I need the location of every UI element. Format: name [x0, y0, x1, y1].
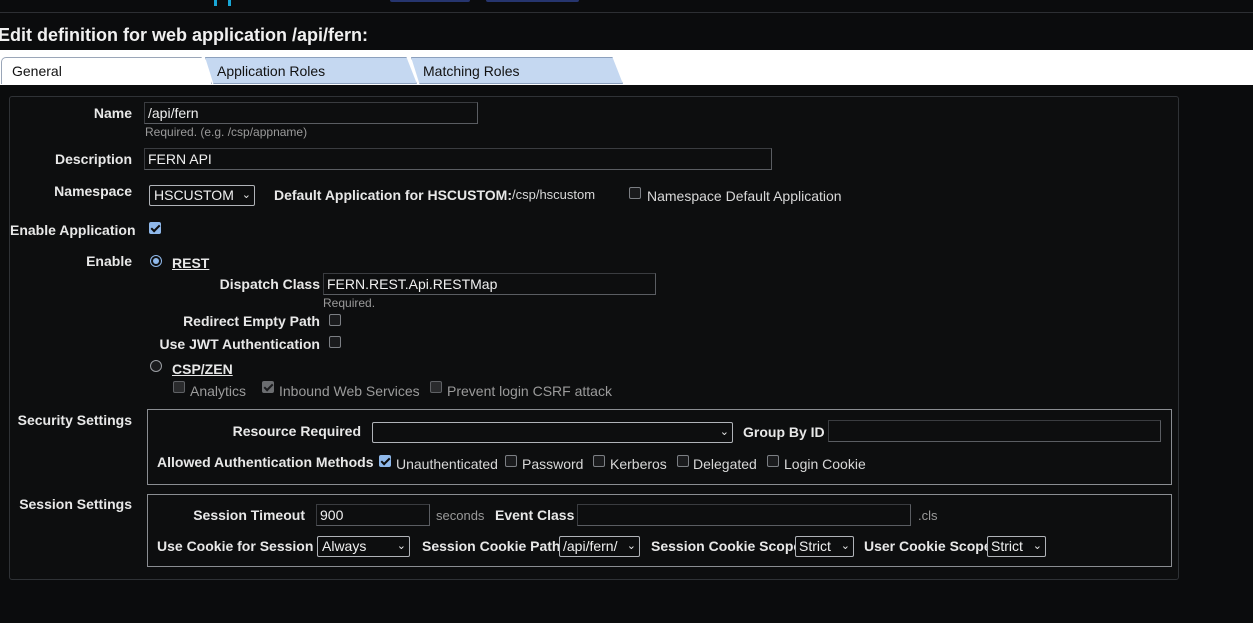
top-nav-button[interactable]: [390, 0, 470, 2]
user-cookie-scope-label: User Cookie Scope: [864, 538, 992, 554]
cookie-scope-value: Strict: [799, 538, 831, 554]
default-app-label: Default Application for HSCUSTOM:: [274, 187, 512, 203]
kerberos-label: Kerberos: [610, 456, 667, 472]
resource-required-label: Resource Required: [232, 423, 361, 439]
logo-fragment: [214, 0, 217, 6]
chevron-down-icon: ⌄: [719, 426, 729, 438]
user-cookie-scope-value: Strict: [991, 538, 1023, 554]
enable-label: Enable: [86, 253, 132, 269]
chevron-down-icon: ⌄: [241, 189, 251, 201]
description-input[interactable]: [144, 148, 772, 170]
default-app-value: /csp/hscustom: [512, 187, 596, 202]
use-jwt-label: Use JWT Authentication: [159, 336, 321, 352]
dispatch-class-input[interactable]: [323, 273, 656, 295]
event-class-suffix: .cls: [918, 508, 938, 523]
redirect-empty-path-checkbox[interactable]: [329, 314, 341, 326]
cookie-path-select[interactable]: /api/fern/ ⌄: [559, 536, 640, 557]
dispatch-class-label: Dispatch Class: [219, 276, 320, 292]
use-cookie-select[interactable]: Always ⌄: [317, 536, 410, 557]
dispatch-class-hint: Required.: [323, 296, 376, 310]
session-timeout-input[interactable]: [316, 504, 430, 526]
chevron-down-icon: ⌄: [840, 540, 850, 552]
session-settings-label: Session Settings: [19, 496, 132, 512]
logo-fragment: [228, 0, 231, 6]
group-by-id-label: Group By ID: [743, 424, 825, 440]
enable-application-label: Enable Application: [10, 222, 136, 238]
analytics-label: Analytics: [190, 383, 247, 399]
prevent-csrf-label: Prevent login CSRF attack: [447, 383, 612, 399]
description-label: Description: [54, 151, 132, 167]
use-cookie-label: Use Cookie for Session: [157, 538, 314, 554]
kerberos-checkbox[interactable]: [593, 455, 605, 467]
page-title: Edit definition for web application /api…: [0, 25, 369, 45]
tab-matching-roles[interactable]: Matching Roles: [411, 57, 623, 84]
unauthenticated-label: Unauthenticated: [396, 456, 498, 472]
cookie-scope-label: Session Cookie Scope: [651, 538, 802, 554]
namespace-select[interactable]: HSCUSTOM ⌄: [149, 185, 255, 206]
chevron-down-icon: ⌄: [396, 540, 406, 552]
redirect-empty-path-label: Redirect Empty Path: [183, 313, 320, 329]
use-jwt-checkbox[interactable]: [329, 336, 341, 348]
csp-zen-radio[interactable]: [150, 360, 162, 372]
password-checkbox[interactable]: [505, 455, 517, 467]
cookie-scope-select[interactable]: Strict ⌄: [795, 536, 854, 557]
namespace-default-label: Namespace Default Application: [647, 188, 842, 204]
session-timeout-unit: seconds: [436, 508, 485, 523]
csp-zen-link[interactable]: CSP/ZEN: [172, 361, 233, 377]
namespace-select-value: HSCUSTOM: [154, 187, 234, 203]
cookie-path-value: /api/fern/: [563, 538, 618, 554]
login-cookie-checkbox[interactable]: [767, 455, 779, 467]
delegated-label: Delegated: [693, 456, 757, 472]
login-cookie-label: Login Cookie: [784, 456, 866, 472]
cookie-path-label: Session Cookie Path: [422, 538, 561, 554]
security-settings-label: Security Settings: [17, 412, 132, 428]
name-input[interactable]: [144, 102, 478, 124]
event-class-input[interactable]: [577, 504, 911, 526]
auth-methods-label: Allowed Authentication Methods: [157, 454, 374, 470]
unauthenticated-checkbox[interactable]: [379, 455, 391, 467]
user-cookie-scope-select[interactable]: Strict ⌄: [987, 536, 1046, 557]
rest-link[interactable]: REST: [172, 255, 209, 271]
use-cookie-value: Always: [322, 538, 367, 554]
tab-application-roles[interactable]: Application Roles: [205, 57, 417, 84]
delegated-checkbox[interactable]: [677, 455, 689, 467]
namespace-default-checkbox[interactable]: [629, 187, 641, 199]
analytics-checkbox[interactable]: [173, 381, 185, 393]
tab-general[interactable]: General: [1, 57, 212, 84]
chevron-down-icon: ⌄: [1032, 540, 1042, 552]
session-timeout-label: Session Timeout: [193, 507, 305, 523]
resource-required-select[interactable]: ⌄: [372, 422, 733, 443]
name-label: Name: [93, 105, 132, 121]
name-hint: Required. (e.g. /csp/appname): [145, 125, 308, 139]
enable-application-checkbox[interactable]: [149, 222, 161, 234]
rest-radio[interactable]: [150, 255, 162, 267]
namespace-label: Namespace: [54, 183, 132, 199]
group-by-id-input[interactable]: [828, 420, 1161, 442]
prevent-csrf-checkbox[interactable]: [430, 381, 442, 393]
inbound-web-services-checkbox[interactable]: [262, 381, 274, 393]
password-label: Password: [522, 456, 584, 472]
event-class-label: Event Class: [495, 507, 575, 523]
chevron-down-icon: ⌄: [626, 540, 636, 552]
top-bar: [0, 0, 1253, 13]
top-nav-button[interactable]: [486, 0, 579, 2]
inbound-web-services-label: Inbound Web Services: [279, 383, 420, 399]
